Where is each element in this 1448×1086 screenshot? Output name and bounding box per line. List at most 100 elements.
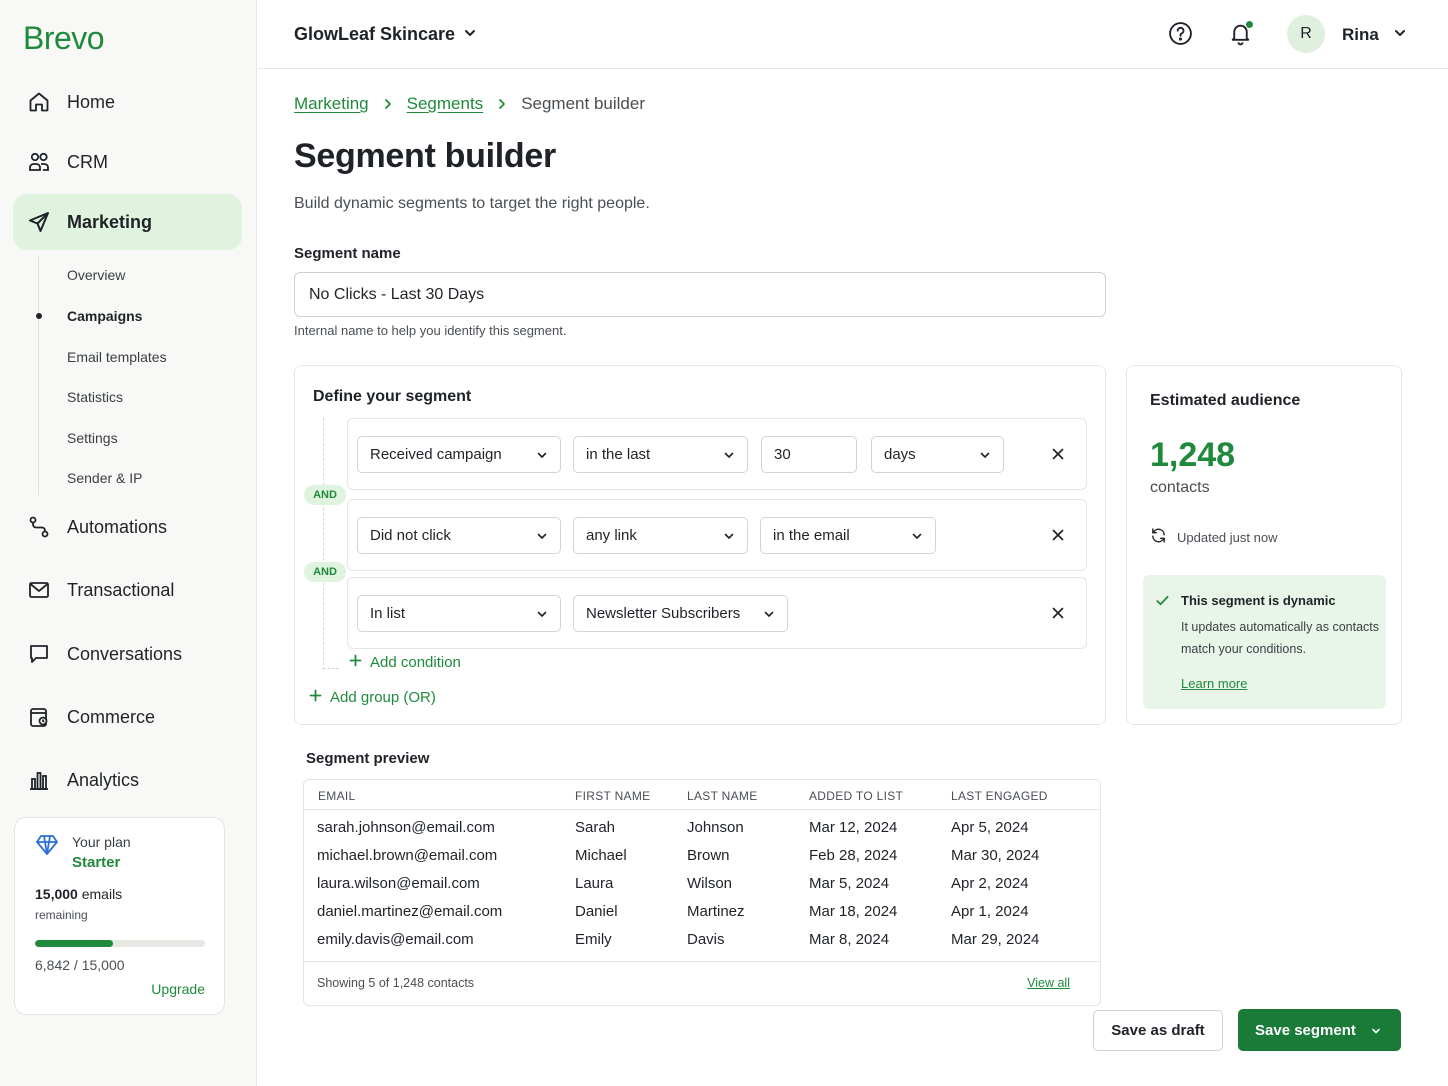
select-value: days (884, 446, 916, 463)
add-group-button[interactable]: Add group (OR) (309, 689, 436, 706)
nav-item-home[interactable]: Home (13, 74, 242, 130)
workspace-name: GlowLeaf Skincare (294, 24, 456, 44)
refresh-icon[interactable] (1150, 527, 1167, 547)
close-icon[interactable] (1048, 603, 1068, 628)
segment-preview-title: Segment preview (306, 750, 430, 767)
chevron-down-icon[interactable] (1371, 1023, 1381, 1040)
cell-email: laura.wilson@email.com (317, 875, 480, 892)
nav-label: Commerce (67, 706, 156, 727)
select-value: Received campaign (370, 446, 502, 463)
breadcrumb: Marketing Segments Segment builder (294, 94, 645, 114)
condition-field-select[interactable]: In list (357, 595, 561, 632)
nav-item-commerce[interactable]: Commerce (13, 689, 242, 745)
and-badge: AND (304, 562, 346, 582)
cell-email: emily.davis@email.com (317, 931, 474, 948)
select-value: In list (370, 605, 406, 622)
chevron-down-icon (911, 530, 923, 542)
condition-value-input[interactable]: 30 (761, 436, 857, 473)
define-segment-card: Define your segment Received campaign in… (294, 365, 1106, 725)
workspace-switcher[interactable]: GlowLeaf Skincare (294, 24, 477, 45)
condition-field-select[interactable]: Did not click (357, 517, 561, 554)
page-subtitle: Build dynamic segments to target the rig… (294, 195, 650, 212)
cell-engaged: Apr 2, 2024 (951, 875, 1029, 892)
chevron-down-icon (463, 24, 477, 45)
add-condition-button[interactable]: Add condition (349, 654, 461, 671)
avatar[interactable]: R (1287, 15, 1325, 53)
submenu-line (38, 255, 39, 495)
topbar: GlowLeaf Skincare R Rina (258, 0, 1448, 69)
sub-item-settings[interactable]: Settings (67, 430, 118, 446)
column-header: ADDED TO LIST (809, 789, 904, 803)
audience-updated: Updated just now (1150, 527, 1277, 547)
learn-more-link[interactable]: Learn more (1181, 676, 1247, 691)
cell-added: Mar 8, 2024 (809, 931, 890, 948)
segment-preview-table: EMAIL FIRST NAME LAST NAME ADDED TO LIST… (303, 779, 1101, 1006)
header-divider (304, 809, 1100, 810)
audience-count: 1,248 (1150, 436, 1236, 474)
segment-name-input[interactable] (294, 272, 1106, 317)
close-icon[interactable] (1048, 525, 1068, 550)
nav-item-marketing[interactable]: Marketing (13, 194, 242, 250)
sub-item-sender-ip[interactable]: Sender & IP (67, 470, 143, 486)
cell-first-name: Emily (575, 931, 612, 948)
remaining-label: remaining (35, 908, 88, 922)
condition-operator-select[interactable]: any link (573, 517, 748, 554)
cell-last-name: Davis (687, 931, 725, 948)
connector-line (323, 668, 339, 669)
emails-count: 15,000 (35, 886, 78, 902)
preview-count-text: Showing 5 of 1,248 contacts (317, 976, 475, 990)
breadcrumb-current: Segment builder (521, 94, 645, 113)
mail-icon (27, 578, 51, 602)
store-icon (27, 705, 51, 729)
nav-item-crm[interactable]: CRM (13, 134, 242, 190)
home-icon (27, 90, 51, 114)
updated-text: Updated just now (1177, 529, 1278, 545)
breadcrumb-segments[interactable]: Segments (407, 94, 484, 114)
breadcrumb-marketing[interactable]: Marketing (294, 94, 369, 114)
upgrade-link[interactable]: Upgrade (151, 981, 205, 997)
save-draft-button[interactable]: Save as draft (1093, 1010, 1223, 1051)
condition-list-select[interactable]: Newsletter Subscribers (573, 595, 788, 632)
cell-engaged: Mar 29, 2024 (951, 931, 1040, 948)
view-all-link[interactable]: View all (1027, 976, 1070, 990)
sub-item-campaigns[interactable]: Campaigns (67, 308, 142, 324)
define-segment-title: Define your segment (313, 388, 472, 405)
cell-engaged: Mar 30, 2024 (951, 847, 1040, 864)
audience-title: Estimated audience (1150, 392, 1301, 409)
dynamic-text: It updates automatically as contacts mat… (1181, 620, 1380, 656)
sub-item-email-templates[interactable]: Email templates (67, 349, 167, 365)
plan-name: Starter (72, 854, 121, 871)
brevo-logo[interactable]: Brevo (23, 20, 105, 57)
nav-item-transactional[interactable]: Transactional (13, 562, 242, 618)
usage-text: 6,842 / 15,000 (35, 957, 125, 973)
chevron-down-icon (723, 530, 735, 542)
help-icon[interactable] (1168, 21, 1193, 51)
plus-icon (309, 689, 322, 706)
sub-item-overview[interactable]: Overview (67, 267, 125, 283)
close-icon[interactable] (1048, 444, 1068, 469)
condition-field-select[interactable]: Received campaign (357, 436, 561, 473)
sub-item-statistics[interactable]: Statistics (67, 389, 123, 405)
save-segment-button[interactable]: Save segment (1238, 1009, 1401, 1051)
user-menu[interactable]: Rina (1342, 25, 1407, 45)
condition-scope-select[interactable]: in the email (760, 517, 936, 554)
estimated-audience-card: Estimated audience 1,248 contacts Update… (1126, 365, 1402, 725)
select-value: Did not click (370, 527, 451, 544)
check-icon (1155, 593, 1170, 613)
condition-operator-select[interactable]: in the last (573, 436, 748, 473)
nav-item-analytics[interactable]: Analytics (13, 752, 242, 808)
cell-last-name: Martinez (687, 903, 745, 920)
condition-row: Received campaign in the last 30 days (347, 418, 1087, 490)
cell-email: michael.brown@email.com (317, 847, 498, 864)
plan-label: Your plan (72, 834, 131, 850)
chevron-down-icon (1393, 25, 1407, 45)
nav-item-conversations[interactable]: Conversations (13, 626, 242, 682)
nav-item-automations[interactable]: Automations (13, 499, 242, 555)
cell-engaged: Apr 5, 2024 (951, 819, 1029, 836)
diamond-icon (35, 834, 59, 861)
audience-unit: contacts (1150, 479, 1210, 496)
select-value: Newsletter Subscribers (586, 605, 741, 622)
chevron-right-icon (383, 98, 393, 110)
condition-unit-select[interactable]: days (871, 436, 1004, 473)
condition-row: In list Newsletter Subscribers (347, 577, 1087, 649)
